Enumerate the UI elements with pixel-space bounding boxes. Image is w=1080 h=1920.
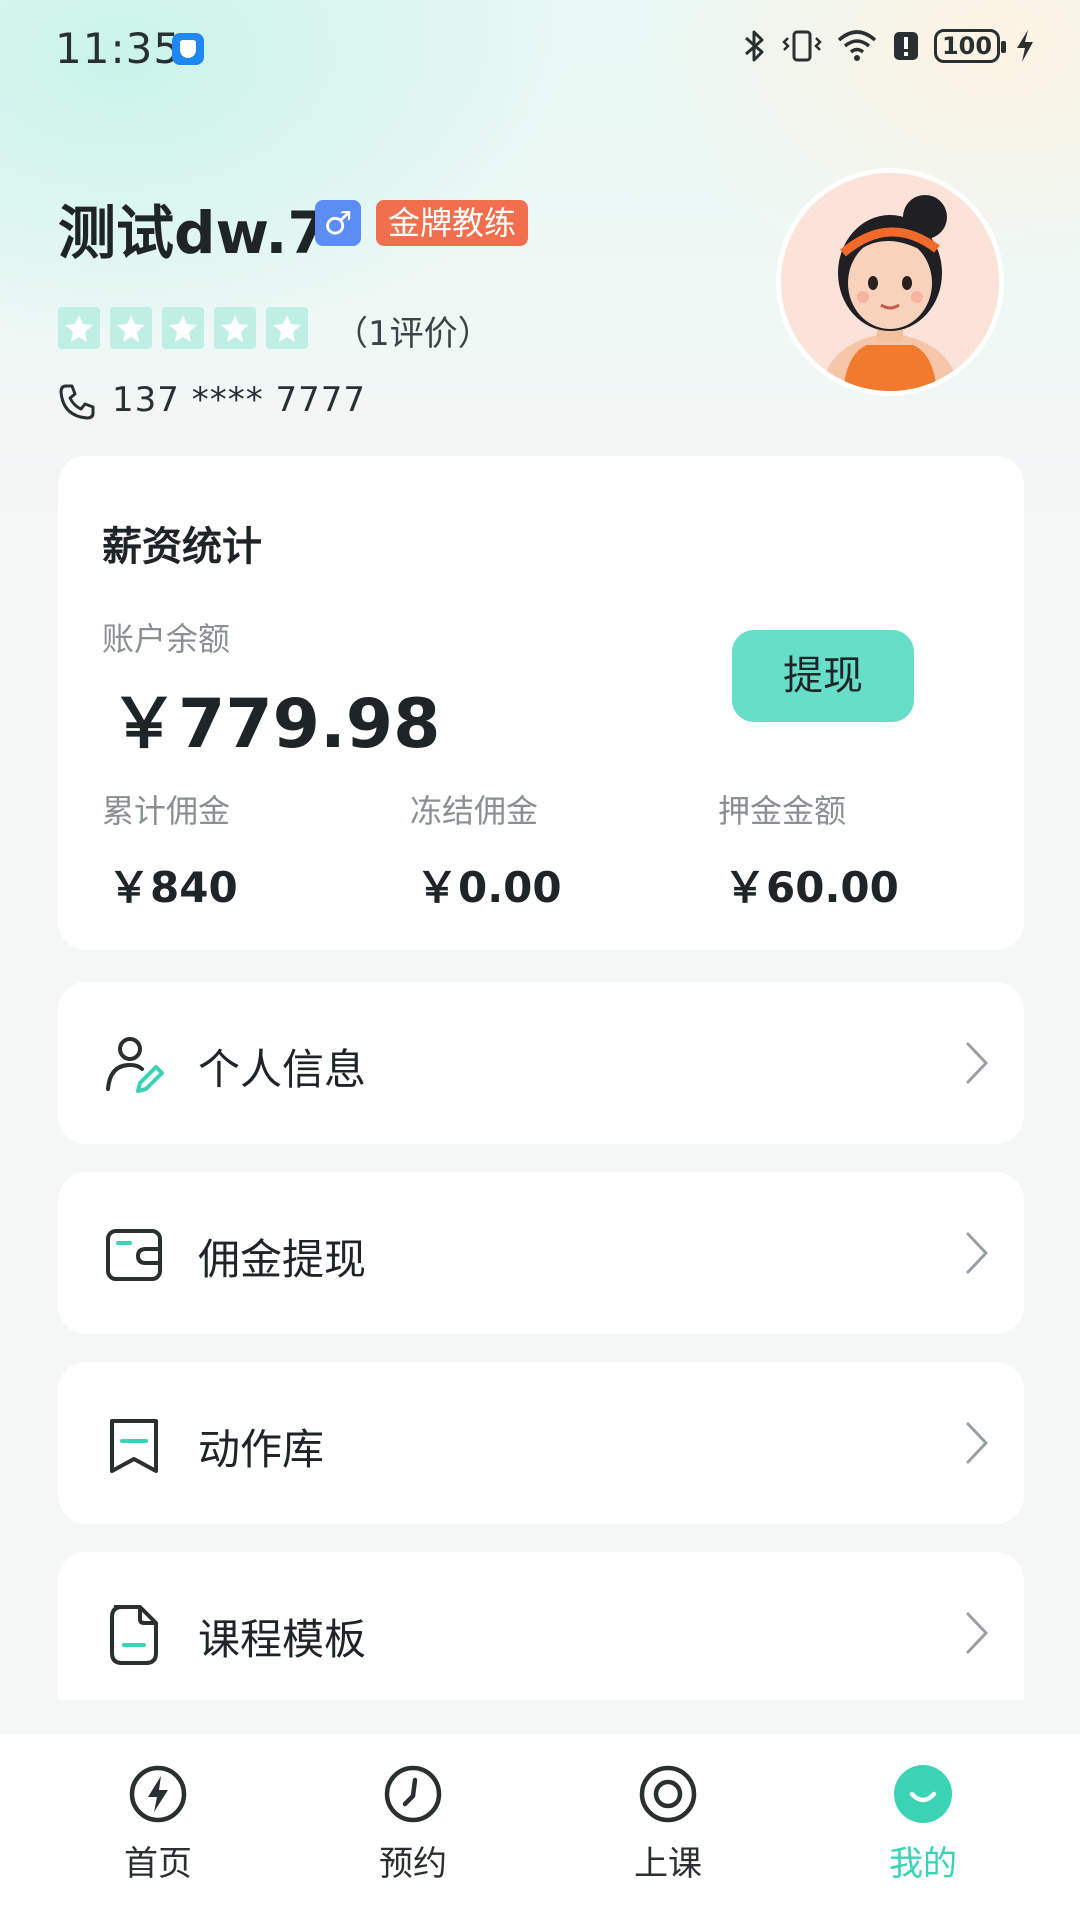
phone-number: 137 **** 7777 bbox=[112, 380, 367, 420]
clock-icon bbox=[384, 1765, 442, 1823]
stat-deposit-amount: 押金金额 ￥60.00 bbox=[718, 786, 1018, 915]
tab-label: 首页 bbox=[124, 1844, 192, 1884]
lightning-icon bbox=[129, 1765, 187, 1823]
phone-icon bbox=[59, 384, 95, 420]
gender-male-icon: ♂ bbox=[315, 200, 361, 246]
tab-booking[interactable]: 预约 bbox=[333, 1764, 493, 1885]
menu-item-commission-withdraw[interactable]: 佣金提现 bbox=[58, 1172, 1024, 1334]
tab-label: 我的 bbox=[889, 1844, 957, 1884]
menu-item-action-library[interactable]: 动作库 bbox=[58, 1362, 1024, 1524]
star-icon bbox=[162, 307, 204, 349]
stat-value: ￥840 bbox=[108, 863, 238, 912]
smile-icon bbox=[894, 1765, 952, 1823]
bottom-tab-bar: 首页 预约 上课 我的 bbox=[0, 1734, 1080, 1920]
target-icon bbox=[639, 1765, 697, 1823]
tab-home[interactable]: 首页 bbox=[78, 1764, 238, 1885]
menu-item-label: 个人信息 bbox=[198, 1045, 367, 1094]
stat-total-commission: 累计佣金 ￥840 bbox=[102, 786, 402, 915]
menu-item-personal-info[interactable]: 个人信息 bbox=[58, 982, 1024, 1144]
tab-class[interactable]: 上课 bbox=[588, 1764, 748, 1885]
user-name: 测试dw.7 bbox=[58, 199, 328, 267]
wifi-icon bbox=[837, 30, 877, 61]
tab-label: 上课 bbox=[634, 1844, 702, 1884]
document-icon bbox=[110, 1605, 158, 1665]
tab-mine[interactable]: 我的 bbox=[843, 1764, 1003, 1885]
charging-icon bbox=[1017, 30, 1033, 62]
bluetooth-icon bbox=[745, 30, 764, 62]
chevron-right-icon bbox=[966, 1612, 989, 1654]
stat-value: ￥60.00 bbox=[724, 863, 899, 912]
rating-stars bbox=[58, 307, 308, 349]
shield-icon bbox=[172, 33, 204, 65]
balance-value: ￥779.98 bbox=[110, 685, 441, 764]
bookmark-icon bbox=[110, 1419, 158, 1473]
chevron-right-icon bbox=[966, 1042, 989, 1084]
rating-count: （1评价） bbox=[334, 314, 492, 354]
person-edit-icon bbox=[106, 1037, 164, 1093]
menu-item-label: 动作库 bbox=[198, 1425, 325, 1474]
tab-label: 预约 bbox=[379, 1844, 447, 1884]
stat-frozen-commission: 冻结佣金 ￥0.00 bbox=[410, 786, 710, 915]
balance-label: 账户余额 bbox=[102, 620, 231, 658]
status-icons: 100 bbox=[742, 28, 1036, 64]
vibrate-icon bbox=[782, 30, 822, 62]
avatar-illustration bbox=[781, 173, 999, 391]
alert-icon bbox=[894, 32, 918, 60]
salary-title: 薪资统计 bbox=[102, 524, 262, 570]
star-icon bbox=[110, 307, 152, 349]
menu-item-label: 课程模板 bbox=[198, 1615, 367, 1664]
stat-value: ￥0.00 bbox=[416, 863, 562, 912]
star-icon bbox=[58, 307, 100, 349]
status-time: 11:35 bbox=[55, 24, 182, 73]
chevron-right-icon bbox=[966, 1422, 989, 1464]
menu-item-label: 佣金提现 bbox=[198, 1235, 367, 1284]
stat-label: 押金金额 bbox=[718, 792, 847, 830]
chevron-right-icon bbox=[966, 1232, 989, 1274]
battery-icon: 100 bbox=[934, 29, 1006, 63]
salary-card: 薪资统计 账户余额 ￥779.98 提现 累计佣金 ￥840 冻结佣金 ￥0.0… bbox=[58, 456, 1024, 950]
star-icon bbox=[214, 307, 256, 349]
menu-item-course-template[interactable]: 课程模板 bbox=[58, 1552, 1024, 1700]
withdraw-button[interactable]: 提现 bbox=[732, 630, 914, 722]
stat-label: 冻结佣金 bbox=[410, 792, 539, 830]
coach-level-badge: 金牌教练 bbox=[376, 200, 529, 246]
star-icon bbox=[266, 307, 308, 349]
stat-label: 累计佣金 bbox=[102, 792, 231, 830]
avatar[interactable] bbox=[776, 168, 1004, 396]
status-bar: 11:35 100 bbox=[0, 0, 1080, 100]
wallet-icon bbox=[106, 1229, 162, 1281]
